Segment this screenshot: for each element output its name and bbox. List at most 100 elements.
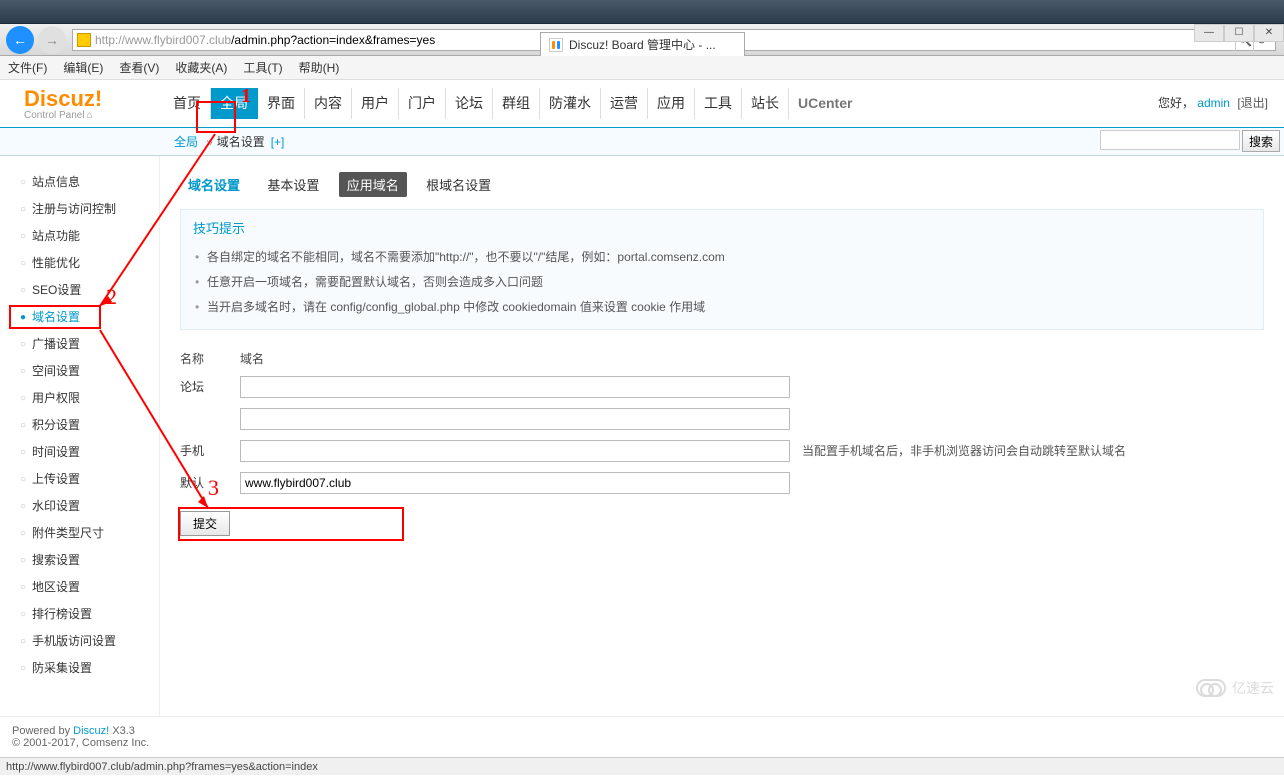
nav-item-9[interactable]: 运营	[601, 88, 648, 119]
sidebar-item-18[interactable]: 防采集设置	[20, 654, 159, 681]
admin-search-button[interactable]: 搜索	[1242, 130, 1280, 152]
domain-input-3[interactable]	[240, 472, 790, 494]
sidebar-item-6[interactable]: 广播设置	[20, 330, 159, 357]
watermark-text: 亿速云	[1232, 678, 1274, 698]
breadcrumb-bar: 全局 » 域名设置 [+] 搜索	[0, 128, 1284, 156]
browser-tab-title: Discuz! Board 管理中心 - ...	[569, 36, 716, 53]
sidebar-item-11[interactable]: 上传设置	[20, 465, 159, 492]
col-name: 名称	[180, 350, 240, 367]
footer: Powered by Discuz! X3.3 © 2001-2017, Com…	[0, 716, 1284, 757]
domain-input-2[interactable]	[240, 440, 790, 462]
footer-discuz-link[interactable]: Discuz!	[73, 725, 109, 737]
url-text: http://www.flybird007.club/admin.php?act…	[95, 33, 435, 47]
sidebar-item-7[interactable]: 空间设置	[20, 357, 159, 384]
sidebar-item-5[interactable]: 域名设置	[20, 303, 159, 330]
sidebar-item-17[interactable]: 手机版访问设置	[20, 627, 159, 654]
nav-item-1[interactable]: 全局	[211, 88, 258, 119]
tab-root-domain[interactable]: 根域名设置	[418, 172, 499, 197]
nav-item-2[interactable]: 界面	[258, 88, 305, 119]
tip-line-0: 各自绑定的域名不能相同，域名不需要添加"http://"，也不要以"/"结尾，例…	[193, 245, 1251, 270]
domain-row-1	[180, 403, 1264, 435]
submit-button[interactable]: 提交	[180, 511, 230, 536]
nav-item-12[interactable]: 站长	[742, 88, 789, 119]
sidebar-item-13[interactable]: 附件类型尺寸	[20, 519, 159, 546]
home-icon: ⌂	[87, 110, 93, 121]
watermark: 亿速云	[1196, 678, 1274, 698]
main-nav: 首页全局界面内容用户门户论坛群组防灌水运营应用工具站长UCenter	[164, 88, 861, 119]
tab-basic[interactable]: 基本设置	[259, 172, 327, 197]
window-min-icon[interactable]: —	[1194, 24, 1224, 42]
sidebar-item-9[interactable]: 积分设置	[20, 411, 159, 438]
sidebar-item-4[interactable]: SEO设置	[20, 276, 159, 303]
greeting: 您好，	[1158, 96, 1194, 110]
browser-menu-bar: 文件(F) 编辑(E) 查看(V) 收藏夹(A) 工具(T) 帮助(H)	[0, 56, 1284, 80]
sidebar: 站点信息注册与访问控制站点功能性能优化SEO设置域名设置广播设置空间设置用户权限…	[0, 156, 160, 716]
menu-tools[interactable]: 工具(T)	[243, 59, 282, 76]
nav-item-11[interactable]: 工具	[695, 88, 742, 119]
nav-item-8[interactable]: 防灌水	[540, 88, 601, 119]
watermark-icon	[1196, 679, 1226, 697]
user-area: 您好， admin [退出]	[1158, 94, 1268, 111]
browser-back-button[interactable]: ←	[6, 26, 34, 54]
page-body: 站点信息注册与访问控制站点功能性能优化SEO设置域名设置广播设置空间设置用户权限…	[0, 156, 1284, 716]
sidebar-item-15[interactable]: 地区设置	[20, 573, 159, 600]
nav-item-6[interactable]: 论坛	[446, 88, 493, 119]
os-taskbar	[0, 0, 1284, 24]
domain-row-3: 默认	[180, 467, 1264, 499]
sidebar-item-14[interactable]: 搜索设置	[20, 546, 159, 573]
site-favicon-icon	[77, 33, 91, 47]
nav-item-10[interactable]: 应用	[648, 88, 695, 119]
footer-version: X3.3	[109, 725, 135, 737]
sidebar-item-3[interactable]: 性能优化	[20, 249, 159, 276]
nav-item-5[interactable]: 门户	[399, 88, 446, 119]
username-link[interactable]: admin	[1197, 96, 1230, 110]
breadcrumb-root[interactable]: 全局	[174, 133, 198, 150]
menu-favorites[interactable]: 收藏夹(A)	[175, 59, 227, 76]
domain-row-2: 手机当配置手机域名后，非手机浏览器访问会自动跳转至默认域名	[180, 435, 1264, 467]
nav-item-7[interactable]: 群组	[493, 88, 540, 119]
domain-input-1[interactable]	[240, 408, 790, 430]
logout-link[interactable]: [退出]	[1237, 96, 1268, 110]
menu-view[interactable]: 查看(V)	[119, 59, 159, 76]
tips-heading: 技巧提示	[193, 218, 1251, 237]
tips-box: 技巧提示 各自绑定的域名不能相同，域名不需要添加"http://"，也不要以"/…	[180, 209, 1264, 330]
window-max-icon[interactable]: ☐	[1224, 24, 1254, 42]
sidebar-item-10[interactable]: 时间设置	[20, 438, 159, 465]
sidebar-item-12[interactable]: 水印设置	[20, 492, 159, 519]
nav-item-13[interactable]: UCenter	[789, 88, 861, 119]
main-content: 域名设置 基本设置 应用域名 根域名设置 技巧提示 各自绑定的域名不能相同，域名…	[160, 156, 1284, 716]
breadcrumb-add[interactable]: [+]	[271, 135, 285, 149]
tip-line-1: 任意开启一项域名，需要配置默认域名，否则会造成多入口问题	[193, 270, 1251, 295]
discuz-logo[interactable]: Discuz! Control Panel⌂	[24, 86, 164, 121]
menu-edit[interactable]: 编辑(E)	[63, 59, 103, 76]
admin-search-input[interactable]	[1100, 130, 1240, 150]
domain-input-0[interactable]	[240, 376, 790, 398]
breadcrumb-sep: »	[206, 135, 213, 149]
domain-row-0: 论坛	[180, 371, 1264, 403]
tab-app-domain[interactable]: 应用域名	[339, 172, 407, 197]
nav-item-4[interactable]: 用户	[352, 88, 399, 119]
browser-status-bar: http://www.flybird007.club/admin.php?fra…	[0, 757, 1284, 775]
window-close-icon[interactable]: ✕	[1254, 24, 1284, 42]
browser-forward-button[interactable]: →	[38, 26, 66, 54]
sidebar-item-8[interactable]: 用户权限	[20, 384, 159, 411]
menu-file[interactable]: 文件(F)	[8, 59, 47, 76]
sidebar-item-2[interactable]: 站点功能	[20, 222, 159, 249]
logo-text: Discuz!	[24, 86, 164, 112]
tip-line-2: 当开启多域名时，请在 config/config_global.php 中修改 …	[193, 295, 1251, 320]
domain-row-label: 手机	[180, 442, 240, 459]
sidebar-item-1[interactable]: 注册与访问控制	[20, 195, 159, 222]
sidebar-item-16[interactable]: 排行榜设置	[20, 600, 159, 627]
nav-item-3[interactable]: 内容	[305, 88, 352, 119]
browser-tab[interactable]: Discuz! Board 管理中心 - ...	[540, 32, 745, 56]
col-domain: 域名	[240, 350, 264, 367]
menu-help[interactable]: 帮助(H)	[299, 59, 340, 76]
footer-copyright: © 2001-2017, Comsenz Inc.	[12, 737, 1272, 749]
window-controls: — ☐ ✕	[1194, 24, 1284, 44]
nav-item-0[interactable]: 首页	[164, 88, 211, 119]
sidebar-item-0[interactable]: 站点信息	[20, 168, 159, 195]
domain-row-label: 默认	[180, 474, 240, 491]
breadcrumb-current: 域名设置	[217, 133, 265, 150]
discuz-favicon-icon	[549, 38, 563, 52]
section-tabs: 域名设置 基本设置 应用域名 根域名设置	[180, 172, 1264, 197]
